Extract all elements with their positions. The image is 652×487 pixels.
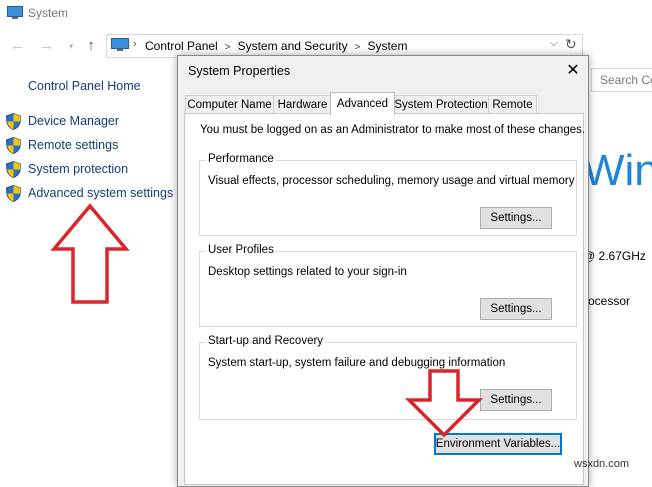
up-arrow-icon[interactable]: ↑ — [84, 37, 98, 54]
close-icon[interactable]: ✕ — [564, 60, 582, 80]
startup-recovery-settings-button[interactable]: Settings... — [480, 389, 552, 411]
tab-computer-name[interactable]: Computer Name — [185, 95, 274, 114]
sidebar-home-link[interactable]: Control Panel Home — [28, 79, 141, 93]
group-description: Desktop settings related to your sign-in — [208, 266, 407, 278]
recent-dropdown-icon[interactable]: ▾ — [64, 41, 78, 52]
uac-shield-icon — [6, 161, 21, 178]
chevron-right-icon: > — [224, 42, 231, 53]
sidebar-item-label: Device Manager — [28, 114, 120, 128]
tab-hardware[interactable]: Hardware — [273, 95, 332, 114]
cpu-speed-text: @ 2.67GHz — [583, 249, 646, 263]
processor-type-text: rocessor — [584, 294, 631, 308]
system-monitor-icon — [7, 6, 23, 19]
breadcrumb-item[interactable]: System — [367, 39, 407, 53]
forward-arrow-icon[interactable]: → — [39, 37, 54, 54]
group-title: Performance — [206, 153, 276, 165]
uac-shield-icon — [6, 113, 21, 130]
address-dropdown-icon[interactable]: ⌵ — [550, 38, 558, 49]
breadcrumb: Control Panel > System and Security > System — [145, 39, 407, 53]
advanced-tab-panel: You must be logged on as an Administrato… — [184, 113, 586, 485]
group-title: Start-up and Recovery — [206, 335, 326, 347]
chevron-right-icon: > — [354, 42, 361, 53]
search-placeholder: Search Co — [600, 73, 652, 87]
red-down-arrow-icon — [404, 369, 484, 438]
search-input[interactable]: Search Co — [591, 68, 652, 92]
red-up-arrow-icon — [50, 203, 130, 304]
admin-notice: You must be logged on as an Administrato… — [200, 124, 586, 136]
sidebar-item-label: Advanced system settings — [28, 186, 174, 200]
watermark: wsxdn.com — [574, 458, 630, 470]
group-title: User Profiles — [206, 244, 276, 256]
user-profiles-group: User Profiles Desktop settings related t… — [199, 244, 577, 327]
back-arrow-icon[interactable]: ← — [10, 37, 25, 54]
performance-group: Performance Visual effects, processor sc… — [199, 153, 577, 236]
performance-settings-button[interactable]: Settings... — [480, 207, 552, 229]
tab-remote[interactable]: Remote — [488, 95, 537, 114]
user-profiles-settings-button[interactable]: Settings... — [480, 298, 552, 320]
refresh-icon[interactable]: ↻ — [565, 36, 577, 53]
control-panel-icon — [111, 38, 129, 51]
group-description: Visual effects, processor scheduling, me… — [208, 175, 575, 187]
sidebar-item-label: System protection — [28, 162, 129, 176]
window-title: System — [28, 6, 69, 20]
tab-system-protection[interactable]: System Protection — [393, 95, 489, 114]
chevron-right-icon: › — [133, 38, 137, 50]
uac-shield-icon — [6, 185, 21, 202]
windows-edition-text: Win — [583, 146, 652, 195]
tab-advanced[interactable]: Advanced — [330, 92, 395, 115]
window-title-bar: System — [0, 0, 652, 28]
sidebar-item-label: Remote settings — [28, 138, 119, 152]
system-properties-dialog: System Properties ✕ Computer Name Hardwa… — [177, 55, 589, 487]
uac-shield-icon — [6, 137, 21, 154]
breadcrumb-item[interactable]: System and Security — [238, 39, 348, 53]
startup-recovery-group: Start-up and Recovery System start-up, s… — [199, 335, 577, 420]
dialog-title: System Properties — [188, 64, 291, 78]
breadcrumb-item[interactable]: Control Panel — [145, 39, 218, 53]
